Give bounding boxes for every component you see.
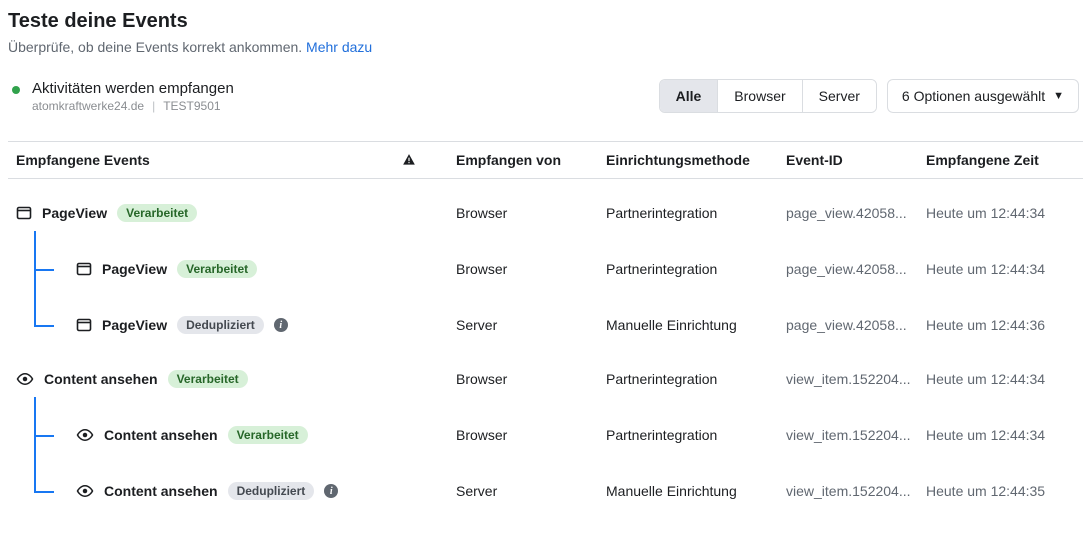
- eye-icon: [16, 370, 34, 388]
- cell-time: Heute um 12:44:34: [926, 371, 1075, 387]
- cell-id: view_item.152204...: [786, 427, 926, 443]
- cell-method: Manuelle Einrichtung: [606, 483, 786, 499]
- cell-time: Heute um 12:44:36: [926, 317, 1075, 333]
- status-badge: Dedupliziert: [228, 482, 315, 500]
- status-badge: Verarbeitet: [228, 426, 308, 444]
- info-icon[interactable]: i: [274, 318, 288, 332]
- table-row[interactable]: PageView Verarbeitet BrowserPartnerintegra…: [8, 253, 1083, 285]
- status-badge: Verarbeitet: [177, 260, 257, 278]
- cell-id: view_item.152204...: [786, 483, 926, 499]
- col-method-header: Einrichtungsmethode: [606, 152, 786, 168]
- events-table: Empfangene Events Empfangen von Einricht…: [8, 141, 1083, 511]
- cell-from: Browser: [456, 261, 606, 277]
- event-group: PageViewVerarbeitetBrowserPartnerintegra…: [8, 179, 1083, 345]
- window-icon: [76, 261, 92, 277]
- table-row[interactable]: Content ansehen Verarbeitet BrowserPartner…: [8, 363, 1083, 395]
- cell-from: Server: [456, 317, 606, 333]
- event-name: Content ansehen: [104, 483, 218, 499]
- table-body: PageViewVerarbeitetBrowserPartnerintegra…: [8, 179, 1083, 511]
- cell-from: Browser: [456, 205, 606, 221]
- event-name: PageView: [42, 205, 107, 221]
- cell-method: Partnerintegration: [606, 371, 786, 387]
- page-title: Teste deine Events: [8, 10, 1083, 33]
- status-indicator-dot: [12, 86, 20, 94]
- cell-id: page_view.42058...: [786, 205, 926, 221]
- caret-down-icon: ▼: [1053, 90, 1064, 102]
- options-dropdown-label: 6 Optionen ausgewählt: [902, 88, 1045, 104]
- window-icon: [16, 205, 32, 221]
- status-text: Aktivitäten werden empfangen: [32, 80, 234, 97]
- status-badge: Verarbeitet: [168, 370, 248, 388]
- event-name: Content ansehen: [44, 371, 158, 387]
- filter-browser-button[interactable]: Browser: [717, 80, 801, 112]
- source-filter-group: Alle Browser Server: [659, 79, 877, 113]
- warning-icon: [402, 153, 416, 167]
- subtitle-text: Überprüfe, ob deine Events korrekt ankom…: [8, 39, 306, 55]
- cell-method: Manuelle Einrichtung: [606, 317, 786, 333]
- cell-from: Browser: [456, 371, 606, 387]
- table-row[interactable]: Content ansehen Verarbeitet BrowserPartner…: [8, 419, 1083, 451]
- table-row[interactable]: PageView Dedupliziert i ServerManuelle Ein…: [8, 309, 1083, 341]
- page-subtitle: Überprüfe, ob deine Events korrekt ankom…: [8, 39, 1083, 55]
- event-name: Content ansehen: [104, 427, 218, 443]
- cell-method: Partnerintegration: [606, 427, 786, 443]
- table-row[interactable]: PageView Verarbeitet BrowserPartnerintegra…: [8, 197, 1083, 229]
- cell-time: Heute um 12:44:35: [926, 483, 1075, 499]
- eye-icon: [76, 482, 94, 500]
- cell-id: page_view.42058...: [786, 261, 926, 277]
- table-row[interactable]: Content ansehen Dedupliziert i ServerManue…: [8, 475, 1083, 507]
- col-event-header: Empfangene Events: [16, 152, 150, 168]
- status-badge: Dedupliziert: [177, 316, 264, 334]
- cell-from: Server: [456, 483, 606, 499]
- info-icon[interactable]: i: [324, 484, 338, 498]
- cell-time: Heute um 12:44:34: [926, 261, 1075, 277]
- status-domain: atomkraftwerke24.de: [32, 99, 144, 113]
- learn-more-link[interactable]: Mehr dazu: [306, 39, 372, 55]
- cell-id: view_item.152204...: [786, 371, 926, 387]
- cell-method: Partnerintegration: [606, 261, 786, 277]
- status-subtext: atomkraftwerke24.de|TEST9501: [32, 99, 234, 113]
- col-time-header: Empfangene Zeit: [926, 152, 1075, 168]
- cell-time: Heute um 12:44:34: [926, 427, 1075, 443]
- cell-time: Heute um 12:44:34: [926, 205, 1075, 221]
- event-name: PageView: [102, 317, 167, 333]
- status-test-id: TEST9501: [163, 99, 220, 113]
- event-group: Content ansehenVerarbeitetBrowserPartner…: [8, 345, 1083, 511]
- filter-server-button[interactable]: Server: [802, 80, 876, 112]
- event-name: PageView: [102, 261, 167, 277]
- cell-method: Partnerintegration: [606, 205, 786, 221]
- cell-id: page_view.42058...: [786, 317, 926, 333]
- eye-icon: [76, 426, 94, 444]
- status-badge: Verarbeitet: [117, 204, 197, 222]
- filter-all-button[interactable]: Alle: [660, 80, 718, 112]
- col-from-header: Empfangen von: [456, 152, 606, 168]
- window-icon: [76, 317, 92, 333]
- options-dropdown-button[interactable]: 6 Optionen ausgewählt ▼: [887, 79, 1079, 113]
- cell-from: Browser: [456, 427, 606, 443]
- table-header: Empfangene Events Empfangen von Einricht…: [8, 141, 1083, 179]
- col-id-header: Event-ID: [786, 152, 926, 168]
